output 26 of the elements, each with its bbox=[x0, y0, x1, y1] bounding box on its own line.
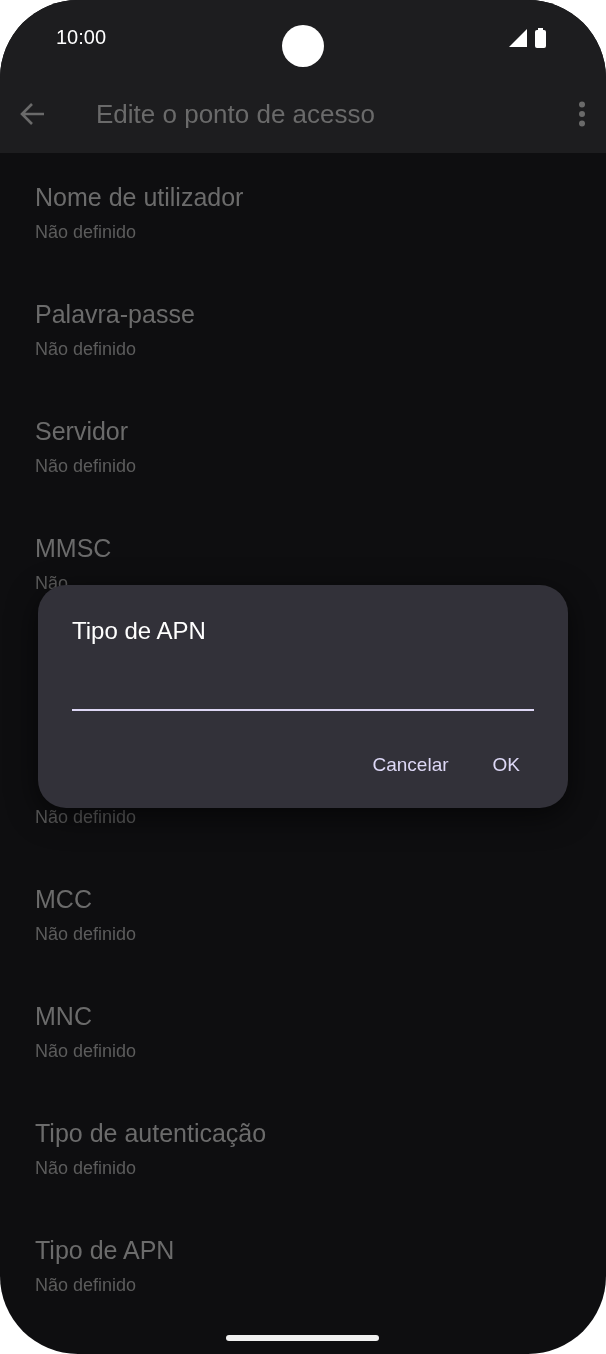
setting-summary: Não definido bbox=[35, 221, 138, 244]
setting-title: Palavra-passe bbox=[35, 299, 196, 330]
status-time: 10:00 bbox=[56, 25, 107, 50]
setting-summary: Não definido bbox=[35, 1274, 138, 1297]
setting-summary: Não definido bbox=[35, 455, 138, 478]
setting-summary: Não definido bbox=[35, 1157, 138, 1180]
setting-summary: Não definido bbox=[35, 923, 138, 946]
camera-hole bbox=[282, 25, 324, 67]
signal-icon bbox=[509, 28, 527, 47]
dialog-button[interactable]: Cancelar bbox=[358, 743, 463, 788]
setting-summary: Não definido bbox=[35, 338, 138, 361]
setting-title: MMSC bbox=[35, 533, 113, 564]
setting-title: MNC bbox=[35, 1001, 93, 1032]
setting-title: Servidor bbox=[35, 416, 130, 447]
more-options-icon[interactable] bbox=[578, 101, 586, 127]
back-arrow-icon[interactable] bbox=[20, 102, 46, 126]
setting-title: Nome de utilizador bbox=[35, 182, 245, 213]
dialog-button[interactable]: OK bbox=[478, 743, 534, 788]
setting-title: Tipo de autenticação bbox=[35, 1118, 268, 1149]
screen-title: Edite o ponto de acesso bbox=[96, 97, 376, 131]
dialog-title: Tipo de APN bbox=[72, 616, 207, 646]
setting-summary: Não definido bbox=[35, 1040, 138, 1063]
setting-title: MCC bbox=[35, 884, 93, 915]
setting-summary: Não definido bbox=[35, 806, 138, 829]
battery-icon bbox=[535, 27, 546, 48]
setting-title: Tipo de APN bbox=[35, 1235, 176, 1266]
